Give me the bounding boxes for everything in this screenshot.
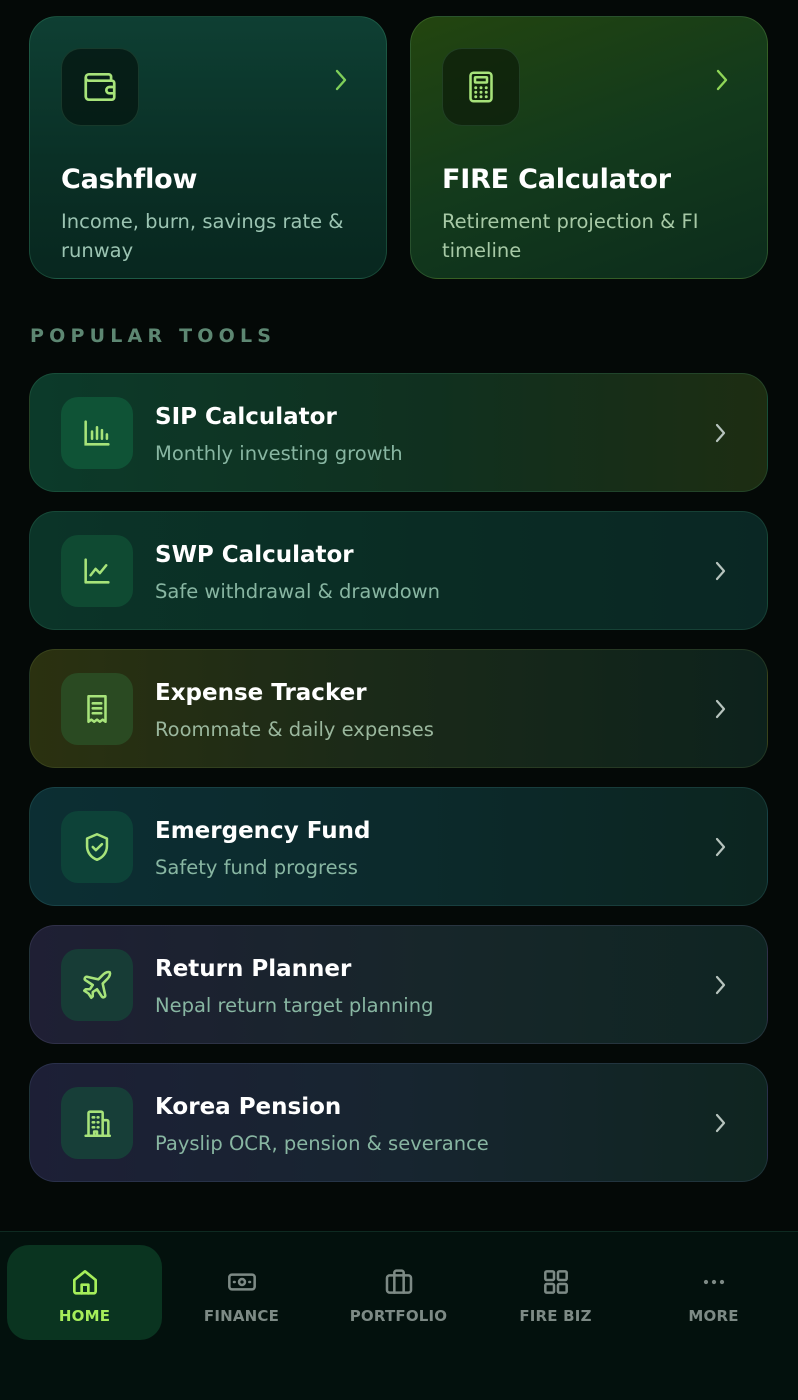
chevron-right-icon	[716, 69, 728, 91]
card-description: Income, burn, savings rate & runway	[61, 210, 344, 262]
korea-pension-row[interactable]: Korea Pension Payslip OCR, pension & sev…	[29, 1063, 768, 1182]
tool-icon-box	[61, 397, 133, 469]
more-dots-icon-wrap	[697, 1265, 731, 1299]
nav-more[interactable]: MORE	[636, 1245, 791, 1340]
bar-chart-icon	[84, 420, 110, 446]
nav-fire-biz[interactable]: FIRE BIZ	[478, 1245, 633, 1340]
shield-check-icon	[85, 832, 109, 862]
sip-calculator-row[interactable]: SIP Calculator Monthly investing growth	[29, 373, 768, 492]
line-chart-icon	[84, 558, 110, 584]
tool-subtitle: Safety fund progress	[155, 856, 358, 879]
tool-title: SIP Calculator	[155, 404, 337, 430]
calculator-icon	[469, 71, 493, 103]
fire-icon-box	[442, 48, 520, 126]
tool-title: Return Planner	[155, 956, 352, 982]
cashflow-icon-box	[61, 48, 139, 126]
banknote-icon	[227, 1273, 256, 1291]
tool-title: SWP Calculator	[155, 542, 354, 568]
expense-tracker-row[interactable]: Expense Tracker Roommate & daily expense…	[29, 649, 768, 768]
fire-calculator-card[interactable]: FIRE Calculator Retirement projection & …	[410, 16, 768, 279]
emergency-fund-row[interactable]: Emergency Fund Safety fund progress	[29, 787, 768, 906]
briefcase-icon	[385, 1269, 412, 1294]
nav-label: FIRE BIZ	[519, 1307, 592, 1325]
cashflow-card[interactable]: Cashflow Income, burn, savings rate & ru…	[29, 16, 387, 279]
banknote-icon-wrap	[225, 1265, 259, 1299]
section-heading: POPULAR TOOLS	[30, 325, 277, 347]
tool-subtitle: Roommate & daily expenses	[155, 718, 434, 741]
chevron-right-icon	[715, 1113, 726, 1133]
chevron-right-icon	[715, 561, 726, 581]
building-icon	[84, 1110, 112, 1138]
receipt-icon	[87, 694, 107, 724]
tool-title: Expense Tracker	[155, 680, 367, 706]
plane-icon	[82, 970, 112, 1000]
home-screen: Cashflow Income, burn, savings rate & ru…	[0, 0, 798, 1400]
nav-home[interactable]: HOME	[7, 1245, 162, 1340]
nav-label: PORTFOLIO	[349, 1307, 448, 1325]
tool-icon-box	[61, 811, 133, 883]
tool-subtitle: Monthly investing growth	[155, 442, 403, 465]
swp-calculator-row[interactable]: SWP Calculator Safe withdrawal & drawdow…	[29, 511, 768, 630]
wallet-icon	[84, 72, 116, 102]
tool-icon-box	[61, 1087, 133, 1159]
tool-title: Emergency Fund	[155, 818, 371, 844]
nav-portfolio[interactable]: PORTFOLIO	[321, 1245, 476, 1340]
nav-label: FINANCE	[203, 1307, 280, 1325]
home-icon-wrap	[68, 1265, 102, 1299]
tool-icon-box	[61, 673, 133, 745]
nav-label: HOME	[58, 1307, 111, 1325]
tool-subtitle: Payslip OCR, pension & severance	[155, 1132, 489, 1155]
card-title: Cashflow	[61, 164, 198, 195]
grid-icon	[543, 1270, 568, 1294]
tool-icon-box	[61, 949, 133, 1021]
nav-label: MORE	[688, 1307, 739, 1325]
tool-icon-box	[61, 535, 133, 607]
card-description: Retirement projection & FI timeline	[442, 210, 699, 262]
bottom-nav: HOME FINANCE PORTFOLIO FIRE BIZ MORE	[0, 1231, 798, 1400]
nav-finance[interactable]: FINANCE	[164, 1245, 319, 1340]
more-dots-icon	[703, 1279, 724, 1285]
briefcase-icon-wrap	[382, 1265, 416, 1299]
card-title: FIRE Calculator	[442, 164, 671, 195]
tool-subtitle: Safe withdrawal & drawdown	[155, 580, 440, 603]
tool-subtitle: Nepal return target planning	[155, 994, 434, 1017]
chevron-right-icon	[715, 423, 726, 443]
tool-title: Korea Pension	[155, 1094, 342, 1120]
home-icon	[72, 1270, 97, 1295]
grid-icon-wrap	[539, 1265, 573, 1299]
chevron-right-icon	[335, 69, 347, 91]
return-planner-row[interactable]: Return Planner Nepal return target plann…	[29, 925, 768, 1044]
chevron-right-icon	[715, 975, 726, 995]
chevron-right-icon	[715, 699, 726, 719]
chevron-right-icon	[715, 837, 726, 857]
